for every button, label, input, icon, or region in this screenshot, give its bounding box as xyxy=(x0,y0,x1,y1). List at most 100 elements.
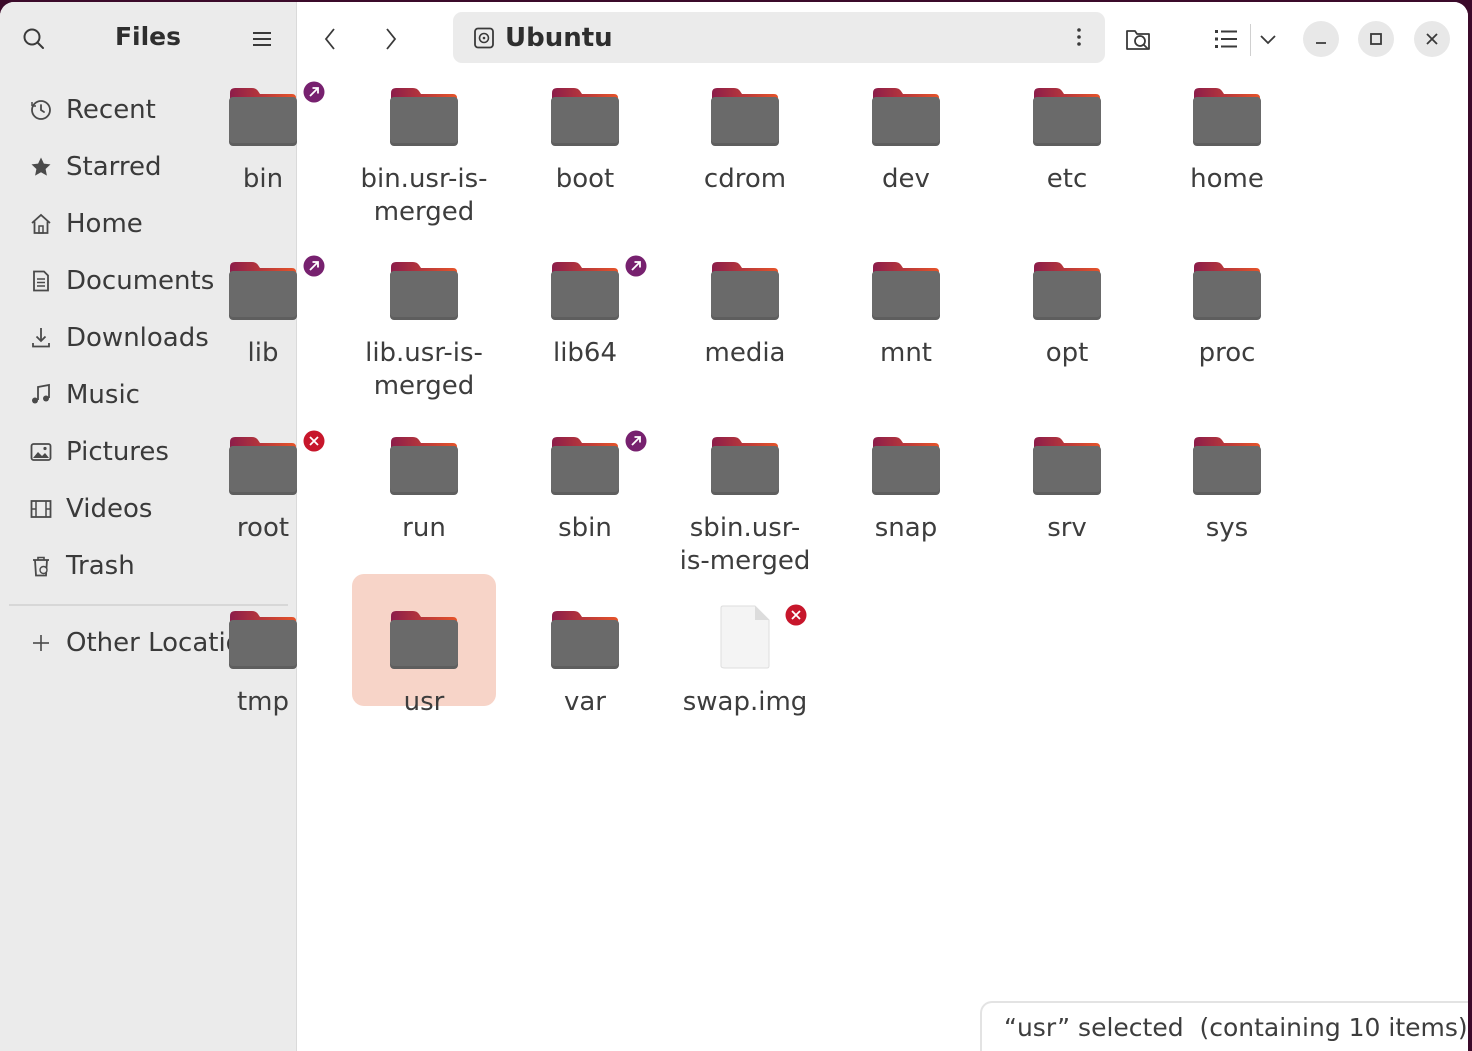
maximize-button[interactable] xyxy=(1358,21,1394,57)
folder-icon xyxy=(1033,88,1101,146)
folder-item[interactable]: home xyxy=(1155,51,1299,194)
item-name: media xyxy=(704,338,786,368)
folder-item[interactable]: proc xyxy=(1155,225,1299,368)
item-name: swap.img xyxy=(682,687,808,717)
folder-item[interactable]: boot xyxy=(513,51,657,194)
folder-item[interactable]: sbin xyxy=(513,400,657,543)
sidebar-item-label: Pictures xyxy=(66,436,169,467)
file-grid: bin bin.usr-is- merged boot cdrom dev etc home… xyxy=(229,74,1468,1051)
folder-item[interactable]: lib.usr-is- merged xyxy=(352,225,496,401)
folder-item[interactable]: etc xyxy=(995,51,1139,194)
hamburger-icon xyxy=(253,32,271,46)
item-name: bin.usr-is- merged xyxy=(360,164,488,227)
item-name: sbin xyxy=(558,513,612,543)
minimize-icon xyxy=(1316,42,1326,44)
sidebar-item-label: Music xyxy=(66,379,140,410)
selection-status: “usr” selected (containing 10 items) xyxy=(980,1001,1468,1051)
minimize-button[interactable] xyxy=(1303,21,1339,57)
folder-icon xyxy=(1193,88,1261,146)
symlink-emblem-icon xyxy=(303,81,325,103)
folder-icon xyxy=(390,88,458,146)
close-button[interactable] xyxy=(1414,21,1450,57)
chevron-left-icon xyxy=(324,28,335,50)
item-name: srv xyxy=(1047,513,1087,543)
path-label: Ubuntu xyxy=(505,22,613,53)
maximize-icon xyxy=(1370,33,1382,45)
item-name: snap xyxy=(874,513,938,543)
folder-icon xyxy=(711,88,779,146)
item-name: sbin.usr- is-merged xyxy=(679,513,811,576)
item-name: etc xyxy=(1046,164,1088,194)
folder-icon xyxy=(1193,262,1261,320)
file-item[interactable]: swap.img xyxy=(673,574,817,717)
sidebar-item-label: Recent xyxy=(66,94,156,125)
folder-icon xyxy=(1033,262,1101,320)
file-icon xyxy=(720,605,770,669)
folder-item[interactable]: lib xyxy=(191,225,335,368)
folder-item[interactable]: snap xyxy=(834,400,978,543)
close-icon xyxy=(1426,33,1438,45)
folder-item[interactable]: root xyxy=(191,400,335,543)
files-window: Files Recent Starred Home Documents Down… xyxy=(0,2,1468,1051)
folder-icon xyxy=(390,262,458,320)
folder-icon xyxy=(1033,437,1101,495)
chevron-right-icon xyxy=(386,28,397,50)
folder-item[interactable]: sbin.usr- is-merged xyxy=(673,400,817,576)
sidebar-item-label: Home xyxy=(66,208,143,239)
item-name: var xyxy=(563,687,606,717)
folder-icon xyxy=(711,437,779,495)
folder-icon xyxy=(872,437,940,495)
folder-item[interactable]: run xyxy=(352,400,496,543)
item-name: lib64 xyxy=(552,338,618,368)
folder-icon xyxy=(711,262,779,320)
sidebar-item-label: Starred xyxy=(66,151,162,182)
folder-item[interactable]: srv xyxy=(995,400,1139,543)
download-icon xyxy=(29,326,53,350)
folder-icon xyxy=(229,437,297,495)
folder-item[interactable]: tmp xyxy=(191,574,335,717)
document-icon xyxy=(29,269,53,293)
item-name: usr xyxy=(403,687,445,717)
folder-item[interactable]: usr xyxy=(352,574,496,717)
plus-icon xyxy=(29,631,53,655)
clock-icon xyxy=(29,98,53,122)
item-name: tmp xyxy=(236,687,290,717)
folder-icon xyxy=(872,88,940,146)
folder-icon xyxy=(551,88,619,146)
sidebar-item-label: Trash xyxy=(66,550,135,581)
folder-item[interactable]: opt xyxy=(995,225,1139,368)
symlink-emblem-icon xyxy=(625,430,647,452)
item-name: run xyxy=(402,513,446,543)
symlink-emblem-icon xyxy=(625,255,647,277)
item-name: opt xyxy=(1045,338,1089,368)
item-name: bin xyxy=(242,164,284,194)
video-icon xyxy=(29,497,53,521)
folder-icon xyxy=(229,611,297,669)
path-menu-button[interactable] xyxy=(1067,25,1091,49)
chevron-down-icon xyxy=(1260,35,1276,45)
folder-item[interactable]: cdrom xyxy=(673,51,817,194)
folder-item[interactable]: var xyxy=(513,574,657,717)
folder-item[interactable]: dev xyxy=(834,51,978,194)
folder-item[interactable]: mnt xyxy=(834,225,978,368)
folder-icon xyxy=(551,611,619,669)
folder-item[interactable]: bin.usr-is- merged xyxy=(352,51,496,227)
kebab-menu-icon xyxy=(1077,28,1081,46)
list-view-icon xyxy=(1215,30,1237,48)
folder-item[interactable]: bin xyxy=(191,51,335,194)
folder-item[interactable]: sys xyxy=(1155,400,1299,543)
item-name: root xyxy=(236,513,290,543)
folder-item[interactable]: media xyxy=(673,225,817,368)
sidebar-item-label: Videos xyxy=(66,493,153,524)
item-name: boot xyxy=(555,164,615,194)
item-name: cdrom xyxy=(703,164,787,194)
folder-item[interactable]: lib64 xyxy=(513,225,657,368)
picture-icon xyxy=(29,440,53,464)
item-name: lib.usr-is- merged xyxy=(365,338,483,401)
home-icon xyxy=(29,212,53,236)
music-icon xyxy=(29,383,53,407)
folder-icon xyxy=(1193,437,1261,495)
folder-icon xyxy=(551,437,619,495)
folder-icon xyxy=(872,262,940,320)
unreadable-emblem-icon xyxy=(303,430,325,452)
